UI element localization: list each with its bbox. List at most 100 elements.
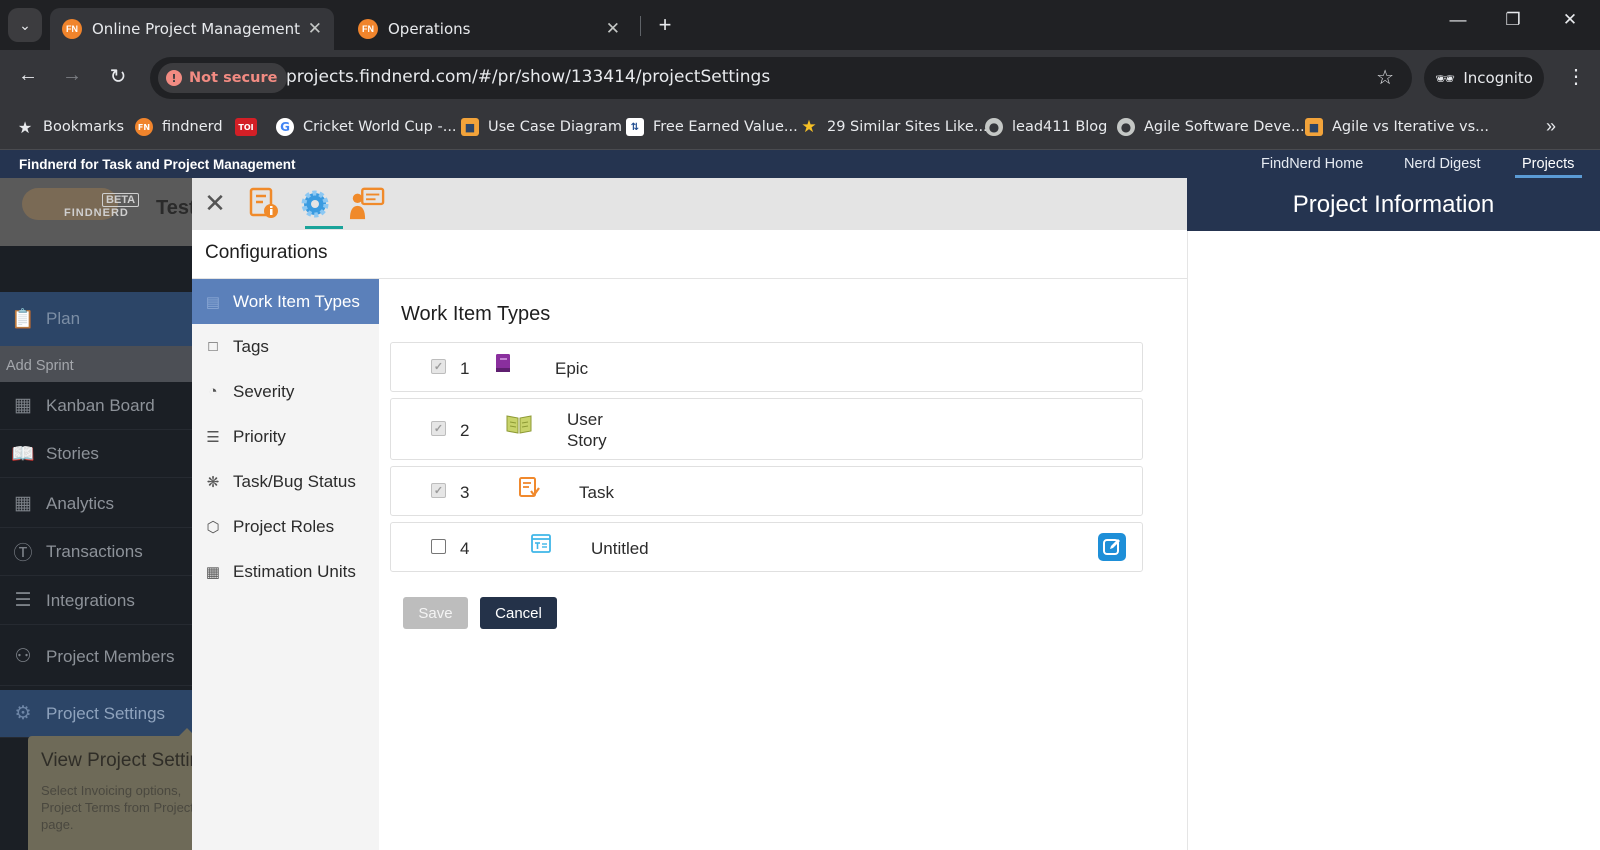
logo-text: FINDNERD <box>64 207 129 219</box>
active-tab-indicator <box>305 226 343 229</box>
tooltip-body: Select Invoicing options, Project Terms … <box>41 783 192 832</box>
close-icon[interactable]: ✕ <box>606 19 620 39</box>
minimize-button[interactable]: — <box>1443 10 1473 30</box>
configurations-nav: ▤ Work Item Types □ Tags ◔ Severity ☰ Pr… <box>192 279 379 850</box>
config-nav-project-roles[interactable]: ⬡ Project Roles <box>192 504 379 549</box>
arrow-right-icon: → <box>62 64 82 86</box>
close-icon: ✕ <box>1562 10 1578 29</box>
restore-button[interactable]: ❐ <box>1498 10 1528 30</box>
config-nav-priority[interactable]: ☰ Priority <box>192 414 379 459</box>
config-nav-task-bug-status[interactable]: ❋ Task/Bug Status <box>192 459 379 504</box>
bookmark-item[interactable]: ⇅ Free Earned Value... <box>626 118 798 136</box>
star-icon: ★ <box>17 117 33 137</box>
chevron-double-right-icon: » <box>1546 116 1557 136</box>
url-text[interactable]: projects.findnerd.com/#/pr/show/133414/p… <box>286 67 770 87</box>
clipboard-icon: 📋 <box>11 309 35 330</box>
sidebar-item-transactions[interactable]: Ⓣ Transactions <box>0 528 192 576</box>
beta-badge: BETA <box>102 193 140 207</box>
bookmark-star-icon[interactable]: ☆ <box>1376 65 1394 90</box>
tab-project-members[interactable] <box>349 186 385 222</box>
browser-tab-active[interactable]: FN Online Project Management To ✕ <box>50 8 334 50</box>
cancel-button[interactable]: Cancel <box>480 597 557 629</box>
close-icon[interactable]: ✕ <box>308 19 322 39</box>
bookmark-item[interactable]: FN findnerd <box>135 118 223 136</box>
config-nav-tags[interactable]: □ Tags <box>192 324 379 369</box>
findnerd-logo[interactable]: FINDNERD BETA <box>22 188 140 220</box>
work-item-checkbox[interactable]: ✓ <box>431 421 446 436</box>
edit-work-item-button[interactable] <box>1098 533 1126 561</box>
bookmark-item[interactable]: ● lead411 Blog <box>985 118 1107 136</box>
bookmark-label: Agile vs Iterative vs... <box>1332 119 1489 135</box>
tag-icon: □ <box>208 338 218 355</box>
window-close-button[interactable]: ✕ <box>1555 10 1585 30</box>
bookmark-item[interactable]: ● Agile Software Deve... <box>1117 118 1305 136</box>
config-nav-work-item-types[interactable]: ▤ Work Item Types <box>192 279 379 324</box>
bookmark-item[interactable]: ■ Agile vs Iterative vs... <box>1305 118 1489 136</box>
sidebar-item-label: Plan <box>46 309 81 328</box>
gauge-icon: ◔ <box>208 383 218 400</box>
tab-configurations[interactable] <box>297 186 333 222</box>
bookmarks-overflow-button[interactable]: » <box>1546 116 1556 137</box>
bookmark-label: findnerd <box>162 119 223 135</box>
sidebar-item-plan[interactable]: 📋 Plan <box>0 292 192 346</box>
sidebar-item-label: Stories <box>46 443 99 463</box>
reload-button[interactable]: ↻ <box>104 64 132 89</box>
nav-findnerd-home[interactable]: FindNerd Home <box>1261 156 1363 172</box>
bookmark-label: Agile Software Deve... <box>1144 119 1305 135</box>
google-favicon: G <box>276 118 294 136</box>
tab-project-info[interactable] <box>246 186 282 222</box>
work-item-checkbox[interactable]: ✓ <box>431 483 446 498</box>
sidebar-item-analytics[interactable]: ▦ Analytics <box>0 480 192 528</box>
sidebar-item-project-members[interactable]: ⚇ Project Members <box>0 628 192 686</box>
config-nav-estimation-units[interactable]: ▦ Estimation Units <box>192 549 379 594</box>
sidebar-item-kanban-board[interactable]: ▦ Kanban Board <box>0 382 192 430</box>
open-book-icon <box>506 415 532 434</box>
presenter-icon <box>349 187 385 220</box>
text-card-icon <box>531 534 551 553</box>
bookmark-item[interactable]: ★ Bookmarks <box>16 117 124 137</box>
toi-favicon: TOI <box>235 118 257 136</box>
bookmark-item[interactable]: G Cricket World Cup -... <box>276 118 457 136</box>
work-item-checkbox[interactable] <box>431 539 446 554</box>
security-chip[interactable]: ! Not secure <box>158 63 288 93</box>
incognito-indicator[interactable]: 🕶 Incognito <box>1424 57 1544 99</box>
bookmark-label: Use Case Diagram <box>488 119 623 135</box>
task-icon <box>519 477 540 497</box>
tooltip-title: View Project Settings <box>41 750 192 771</box>
work-item-checkbox[interactable]: ✓ <box>431 359 446 374</box>
checklist-icon: ☰ <box>206 428 220 446</box>
bookmark-item[interactable]: ★ 29 Similar Sites Like... <box>800 117 987 137</box>
arrow-left-icon: ← <box>18 64 38 86</box>
config-nav-severity[interactable]: ◔ Severity <box>192 369 379 414</box>
kanban-icon: ▦ <box>14 395 32 416</box>
browser-tab-operations[interactable]: FN Operations ✕ <box>346 8 632 50</box>
forward-button[interactable]: → <box>58 64 86 87</box>
browser-menu-button[interactable]: ⋮ <box>1566 64 1586 89</box>
cube-icon: ⬡ <box>206 518 220 536</box>
work-item-row: 4 Untitled <box>390 522 1143 572</box>
new-tab-button[interactable]: + <box>652 12 678 38</box>
tab-search-button[interactable]: ⌄ <box>8 8 42 42</box>
nav-nerd-digest[interactable]: Nerd Digest <box>1404 156 1481 172</box>
tab-title: Online Project Management To <box>92 20 300 38</box>
epic-book-icon <box>496 354 510 372</box>
back-button[interactable]: ← <box>14 64 42 87</box>
bookmark-item[interactable]: ■ Use Case Diagram <box>461 118 622 136</box>
sidebar-item-integrations[interactable]: ☰ Integrations <box>0 577 192 625</box>
bug-icon: ❋ <box>206 473 220 491</box>
modal-close-button[interactable]: ✕ <box>200 188 230 218</box>
project-settings-modal: ✕ Configurations ▤ Work Item Types □ Tag… <box>192 178 1187 850</box>
work-item-number: 1 <box>460 359 470 378</box>
work-item-number: 4 <box>460 539 470 558</box>
bookmark-item[interactable]: TOI <box>235 118 266 136</box>
list-icon: ▤ <box>205 293 221 311</box>
add-sprint-link[interactable]: Add Sprint <box>0 346 192 382</box>
nav-projects[interactable]: Projects <box>1522 156 1574 172</box>
sidebar-item-label: Transactions <box>46 541 143 561</box>
sidebar-item-stories[interactable]: 📖 Stories <box>0 430 192 478</box>
config-nav-label: Tags <box>233 336 269 356</box>
address-bar[interactable]: ! Not secure projects.findnerd.com/#/pr/… <box>150 57 1412 99</box>
save-button[interactable]: Save <box>403 597 468 629</box>
sidebar-item-project-settings[interactable]: ⚙ Project Settings <box>0 690 192 738</box>
shield-favicon: ■ <box>461 118 479 136</box>
